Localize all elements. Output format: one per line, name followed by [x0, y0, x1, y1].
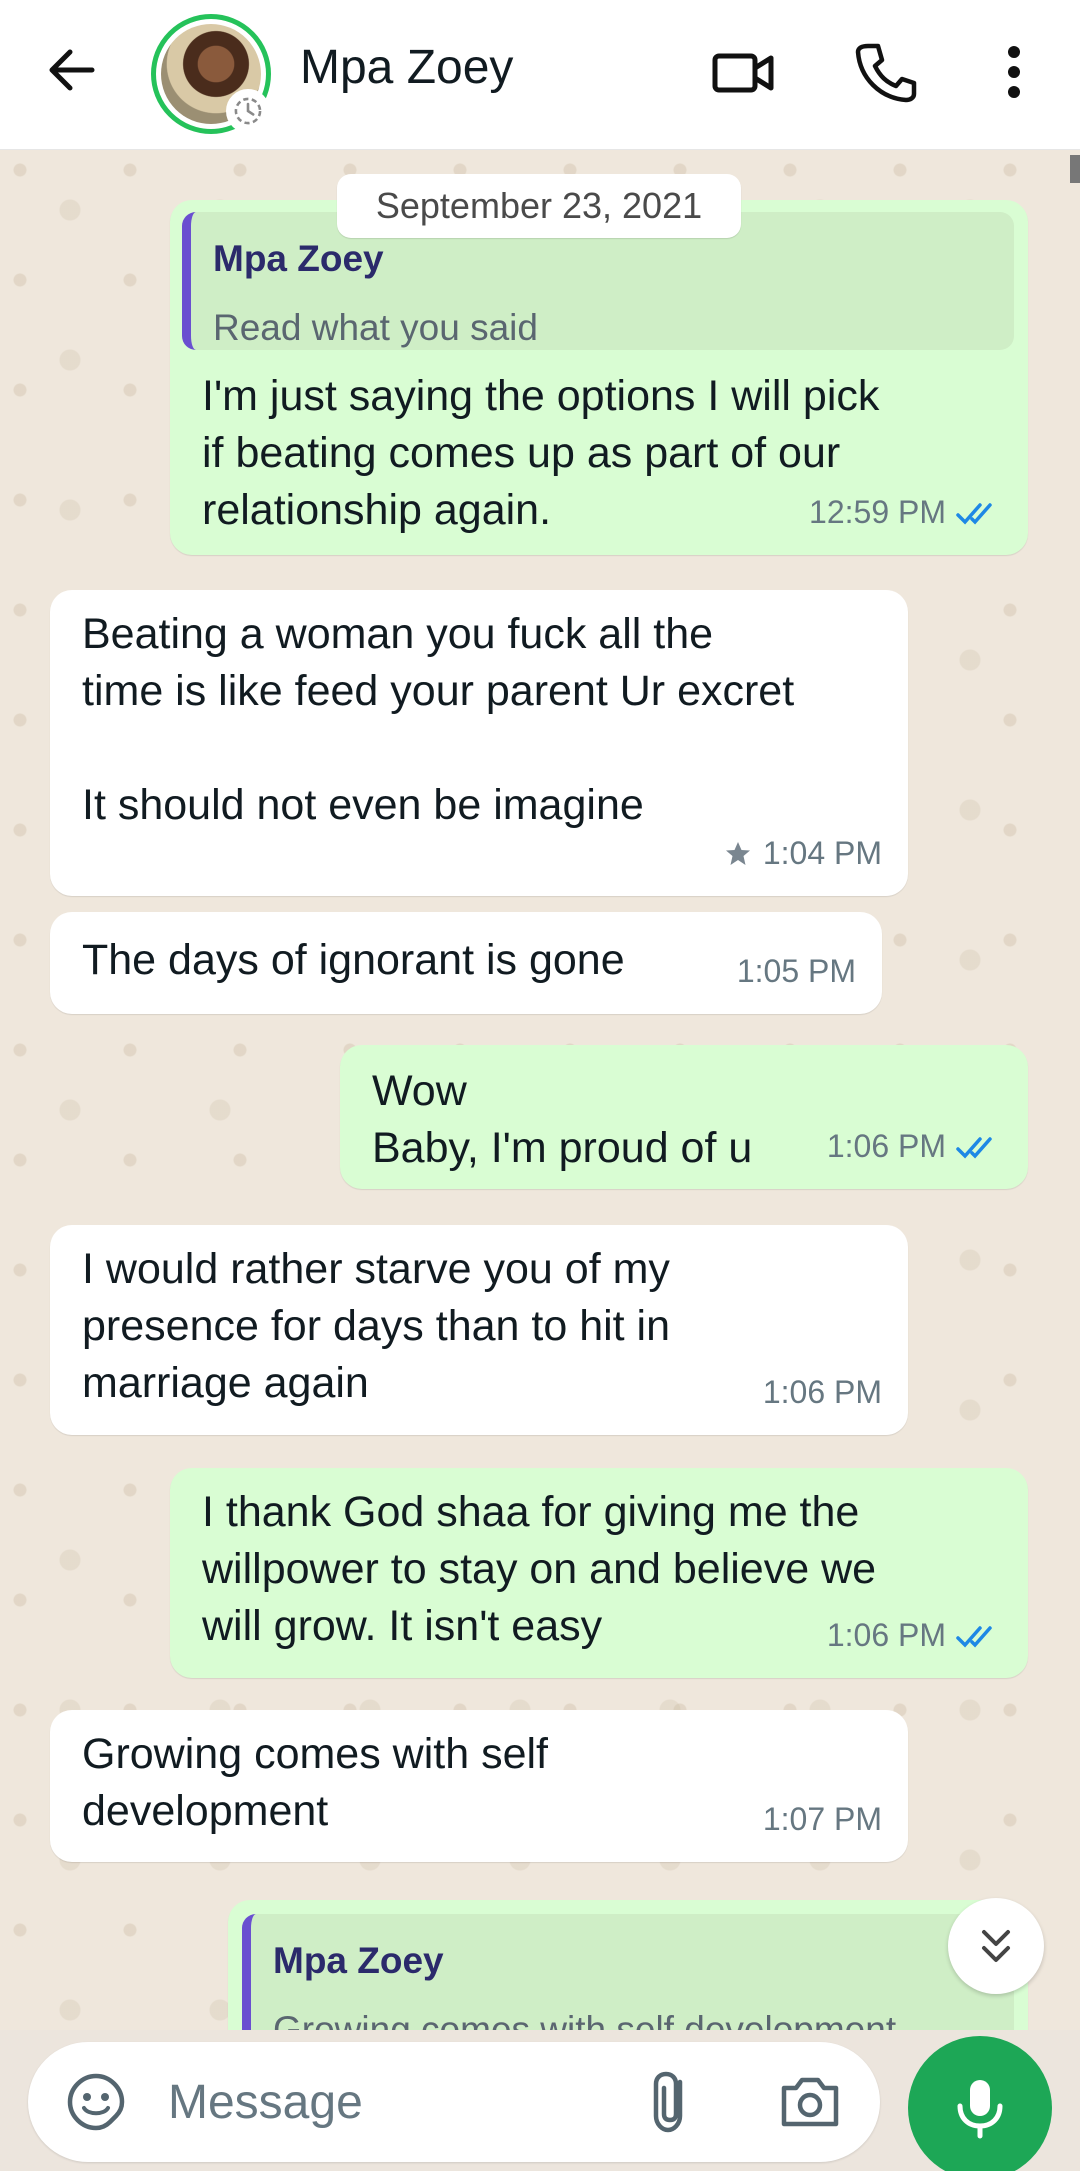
more-vert-icon[interactable]	[978, 36, 1050, 108]
message-meta: 1:07 PM	[763, 1791, 882, 1848]
message-time: 1:05 PM	[736, 953, 856, 989]
date-chip: September 23, 2021	[337, 174, 741, 238]
video-call-icon[interactable]	[707, 36, 779, 108]
quoted-text: Read what you said	[213, 307, 538, 348]
contact-name[interactable]: Mpa Zoey	[300, 40, 513, 95]
message-bubble-outgoing[interactable]: Wow Baby, I'm proud of u 1:06 PM	[340, 1045, 1028, 1189]
chat-area[interactable]: September 23, 2021 Mpa Zoey Read what yo…	[0, 150, 1080, 2030]
star-icon	[725, 841, 750, 865]
quoted-author: Mpa Zoey	[273, 1940, 444, 1981]
message-meta: 1:06 PM	[763, 1364, 882, 1421]
message-bubble-outgoing[interactable]: I thank God shaa for giving me the willp…	[170, 1468, 1028, 1678]
microphone-icon	[957, 2080, 1003, 2139]
message-meta: 1:04 PM	[723, 825, 882, 882]
quoted-author: Mpa Zoey	[213, 238, 384, 279]
contact-avatar[interactable]	[151, 14, 271, 134]
message-meta: 1:05 PM	[737, 943, 856, 1000]
message-text: Beating a woman you fuck all the time is…	[82, 610, 795, 829]
message-time: 1:06 PM	[826, 1128, 946, 1164]
message-text: Growing comes with self development	[82, 1730, 548, 1835]
message-meta: 12:59 PM	[809, 484, 1002, 541]
message-meta: 1:06 PM	[827, 1118, 1002, 1175]
scrollbar[interactable]	[1070, 155, 1080, 183]
double-chevron-down-icon	[982, 1930, 1010, 1962]
message-meta: 1:06 PM	[827, 1607, 1002, 1664]
status-ring-icon	[226, 89, 270, 133]
message-text: I would rather starve you of my presence…	[82, 1245, 671, 1407]
message-bubble-outgoing[interactable]: Mpa Zoey Read what you said I'm just say…	[170, 200, 1028, 555]
message-composer[interactable]	[28, 2042, 880, 2162]
read-ticks-icon	[956, 1136, 992, 1159]
read-ticks-icon	[956, 502, 992, 525]
message-time: 1:04 PM	[762, 835, 882, 871]
quoted-message[interactable]: Mpa Zoey Growing comes with self develop…	[242, 1914, 1014, 2030]
message-bubble-outgoing[interactable]: Mpa Zoey Growing comes with self develop…	[228, 1900, 1028, 2030]
composer-bar	[0, 2030, 1080, 2171]
message-bubble-incoming[interactable]: The days of ignorant is gone 1:05 PM	[50, 912, 882, 1014]
message-text: I thank God shaa for giving me the willp…	[202, 1488, 877, 1650]
message-time: 1:06 PM	[762, 1374, 882, 1410]
message-time: 1:06 PM	[826, 1617, 946, 1653]
camera-icon[interactable]	[776, 2070, 844, 2134]
back-arrow-icon[interactable]	[40, 38, 104, 102]
message-text: The days of ignorant is gone	[82, 936, 625, 984]
read-ticks-icon	[956, 1625, 992, 1648]
message-input[interactable]	[168, 2062, 628, 2142]
message-text: Wow Baby, I'm proud of u	[372, 1067, 753, 1172]
scroll-to-bottom-button[interactable]	[948, 1898, 1044, 1994]
attach-paperclip-icon[interactable]	[640, 2068, 704, 2136]
message-time: 12:59 PM	[809, 494, 946, 530]
message-bubble-incoming[interactable]: I would rather starve you of my presence…	[50, 1225, 908, 1435]
quoted-text: Growing comes with self development	[273, 2009, 897, 2030]
message-time: 1:07 PM	[762, 1801, 882, 1837]
chat-header: Mpa Zoey	[0, 0, 1080, 150]
message-bubble-incoming[interactable]: Growing comes with self development 1:07…	[50, 1710, 908, 1862]
voice-record-button[interactable]	[908, 2036, 1052, 2171]
sticker-emoji-icon[interactable]	[64, 2070, 128, 2134]
message-text: I'm just saying the options I will pick …	[202, 372, 880, 534]
message-bubble-incoming[interactable]: Beating a woman you fuck all the time is…	[50, 590, 908, 896]
voice-call-icon[interactable]	[850, 36, 922, 108]
